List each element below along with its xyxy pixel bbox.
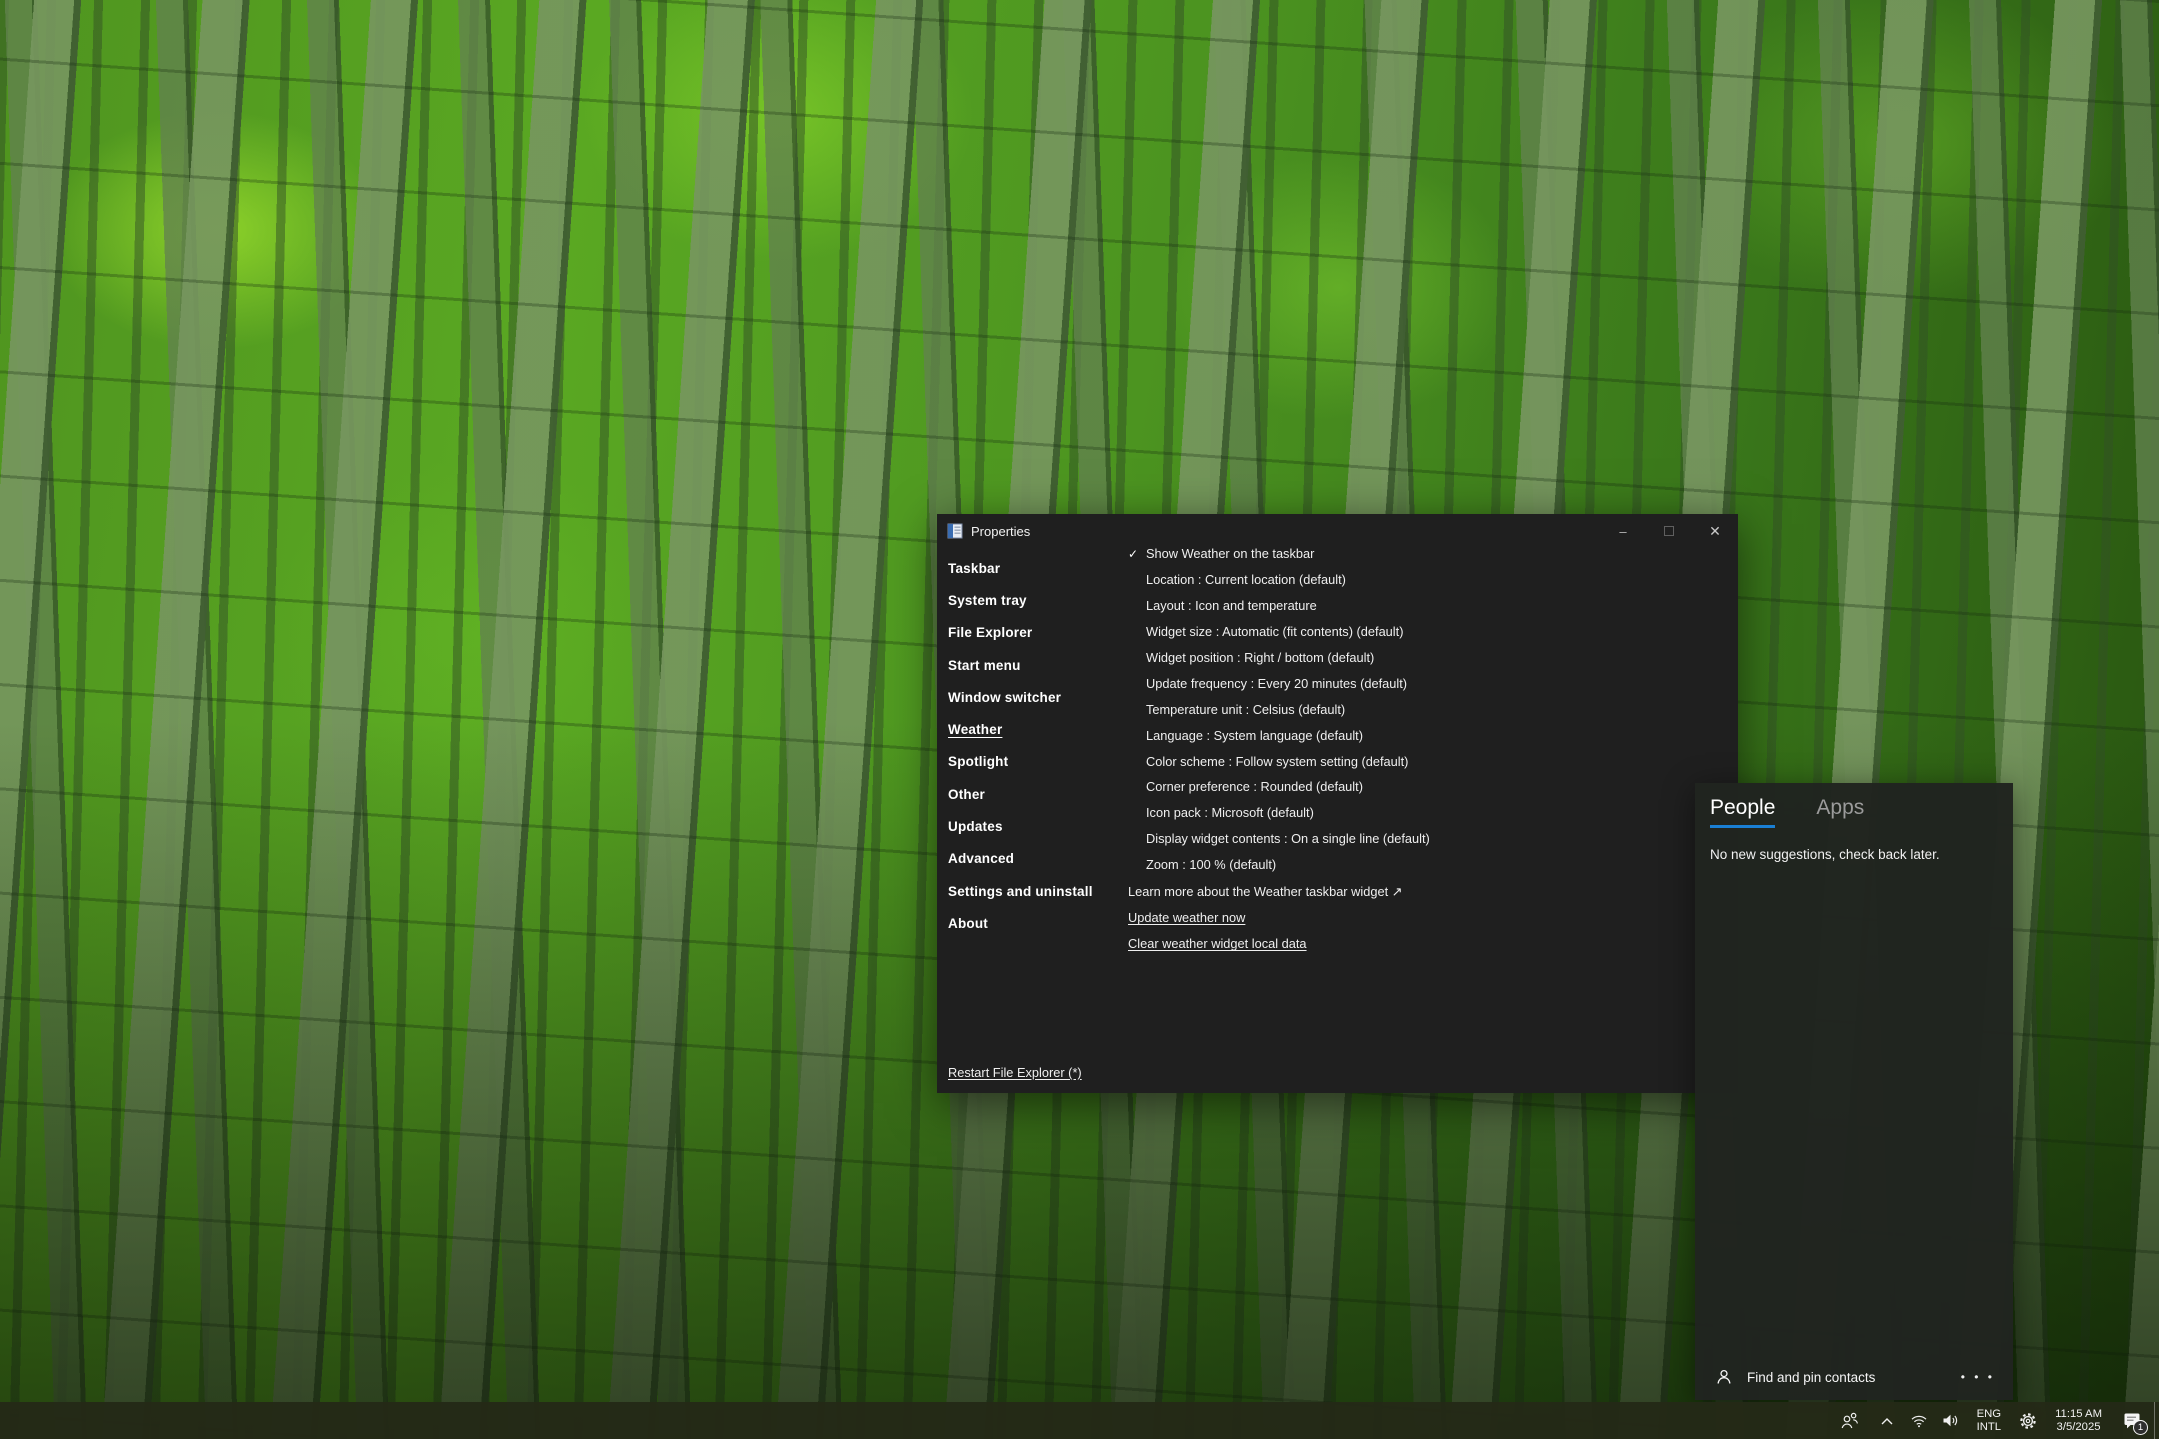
active-tab-underline <box>1710 825 1775 828</box>
option-label: Corner preference : Rounded (default) <box>1146 779 1363 794</box>
option-zoom[interactable]: Zoom : 100 % (default) <box>1128 852 1688 878</box>
close-button[interactable]: ✕ <box>1692 514 1738 548</box>
language-line2: INTL <box>1977 1421 2001 1434</box>
chevron-up-icon <box>1880 1416 1894 1426</box>
settings-tray-button[interactable] <box>2011 1402 2045 1439</box>
option-temperature-unit[interactable]: Temperature unit : Celsius (default) <box>1128 696 1688 722</box>
language-line1: ENG <box>1977 1408 2001 1421</box>
clock-time: 11:15 AM <box>2055 1408 2102 1421</box>
clear-weather-data-label: Clear weather widget local data <box>1128 936 1307 951</box>
update-weather-now-label: Update weather now <box>1128 910 1245 925</box>
desktop: Properties – ✕ TaskbarSystem trayFile Ex… <box>0 0 2159 1439</box>
maximize-icon <box>1664 526 1674 536</box>
option-update-frequency[interactable]: Update frequency : Every 20 minutes (def… <box>1128 670 1688 696</box>
option-icon-pack[interactable]: Icon pack : Microsoft (default) <box>1128 800 1688 826</box>
option-layout[interactable]: Layout : Icon and temperature <box>1128 593 1688 619</box>
option-label: Icon pack : Microsoft (default) <box>1146 805 1314 820</box>
volume-button[interactable] <box>1934 1402 1967 1439</box>
option-label: Color scheme : Follow system setting (de… <box>1146 754 1408 769</box>
option-label: Zoom : 100 % (default) <box>1146 857 1276 872</box>
option-label: Widget size : Automatic (fit contents) (… <box>1146 624 1403 639</box>
dialog-title: Properties <box>971 524 1030 539</box>
option-language[interactable]: Language : System language (default) <box>1128 722 1688 748</box>
option-label: Display widget contents : On a single li… <box>1146 831 1430 846</box>
more-options-icon[interactable]: • • • <box>1961 1370 1995 1384</box>
option-label: Language : System language (default) <box>1146 728 1363 743</box>
flyout-tabs: People Apps <box>1695 783 2013 828</box>
notification-badge: 1 <box>2133 1420 2148 1435</box>
dialog-options: ✓Show Weather on the taskbar Location : C… <box>1128 541 1688 878</box>
option-color-scheme[interactable]: Color scheme : Follow system setting (de… <box>1128 748 1688 774</box>
clock[interactable]: 11:15 AM 3/5/2025 <box>2045 1402 2112 1439</box>
wifi-icon <box>1910 1413 1928 1428</box>
checkmark-icon: ✓ <box>1128 547 1146 561</box>
close-icon: ✕ <box>1709 523 1721 540</box>
option-label: Update frequency : Every 20 minutes (def… <box>1146 676 1407 691</box>
network-button[interactable] <box>1904 1402 1934 1439</box>
find-and-pin-contacts[interactable]: Find and pin contacts • • • <box>1695 1354 2013 1400</box>
show-hidden-icons-button[interactable] <box>1870 1402 1904 1439</box>
speaker-icon <box>1942 1413 1959 1428</box>
properties-app-icon <box>947 523 963 539</box>
option-widget-position[interactable]: Widget position : Right / bottom (defaul… <box>1128 645 1688 671</box>
person-icon <box>1715 1368 1733 1386</box>
people-button[interactable] <box>1829 1402 1870 1439</box>
show-desktop-button[interactable] <box>2154 1402 2159 1439</box>
action-center-button[interactable]: 1 <box>2112 1402 2154 1439</box>
language-indicator[interactable]: ENG INTL <box>1967 1402 2011 1439</box>
learn-more-link[interactable]: Learn more about the Weather taskbar wid… <box>1128 879 1688 905</box>
gear-icon <box>2019 1412 2037 1430</box>
option-label: Show Weather on the taskbar <box>1146 546 1314 561</box>
find-and-pin-contacts-label: Find and pin contacts <box>1747 1370 1875 1385</box>
people-icon <box>1839 1412 1860 1429</box>
system-tray: ENG INTL 11:15 AM 3/5/2025 <box>1829 1402 2159 1439</box>
tab-people[interactable]: People <box>1710 796 1775 828</box>
minimize-icon: – <box>1619 524 1626 539</box>
option-corner-preference[interactable]: Corner preference : Rounded (default) <box>1128 774 1688 800</box>
option-label: Temperature unit : Celsius (default) <box>1146 702 1345 717</box>
properties-dialog: Properties – ✕ TaskbarSystem trayFile Ex… <box>937 514 1738 1093</box>
option-location[interactable]: Location : Current location (default) <box>1128 567 1688 593</box>
people-flyout: People Apps No new suggestions, check ba… <box>1695 783 2013 1400</box>
dialog-links: Learn more about the Weather taskbar wid… <box>1128 879 1688 957</box>
no-suggestions-message: No new suggestions, check back later. <box>1710 847 1940 862</box>
learn-more-label: Learn more about the Weather taskbar wid… <box>1128 884 1402 900</box>
option-show-weather-on-the-taskbar[interactable]: ✓Show Weather on the taskbar <box>1128 541 1688 567</box>
option-label: Location : Current location (default) <box>1146 572 1346 587</box>
tab-apps-label: Apps <box>1816 796 1864 819</box>
option-label: Layout : Icon and temperature <box>1146 598 1317 613</box>
tab-apps[interactable]: Apps <box>1816 796 1864 828</box>
clock-date: 3/5/2025 <box>2057 1421 2101 1434</box>
tab-people-label: People <box>1710 796 1775 819</box>
option-widget-size[interactable]: Widget size : Automatic (fit contents) (… <box>1128 619 1688 645</box>
restart-file-explorer-link[interactable]: Restart File Explorer (*) <box>948 1065 1082 1080</box>
clear-weather-data-link[interactable]: Clear weather widget local data <box>1128 931 1688 957</box>
taskbar[interactable]: ENG INTL 11:15 AM 3/5/2025 <box>0 1402 2159 1439</box>
option-label: Widget position : Right / bottom (defaul… <box>1146 650 1374 665</box>
option-display-widget-contents[interactable]: Display widget contents : On a single li… <box>1128 826 1688 852</box>
update-weather-now-link[interactable]: Update weather now <box>1128 905 1688 931</box>
